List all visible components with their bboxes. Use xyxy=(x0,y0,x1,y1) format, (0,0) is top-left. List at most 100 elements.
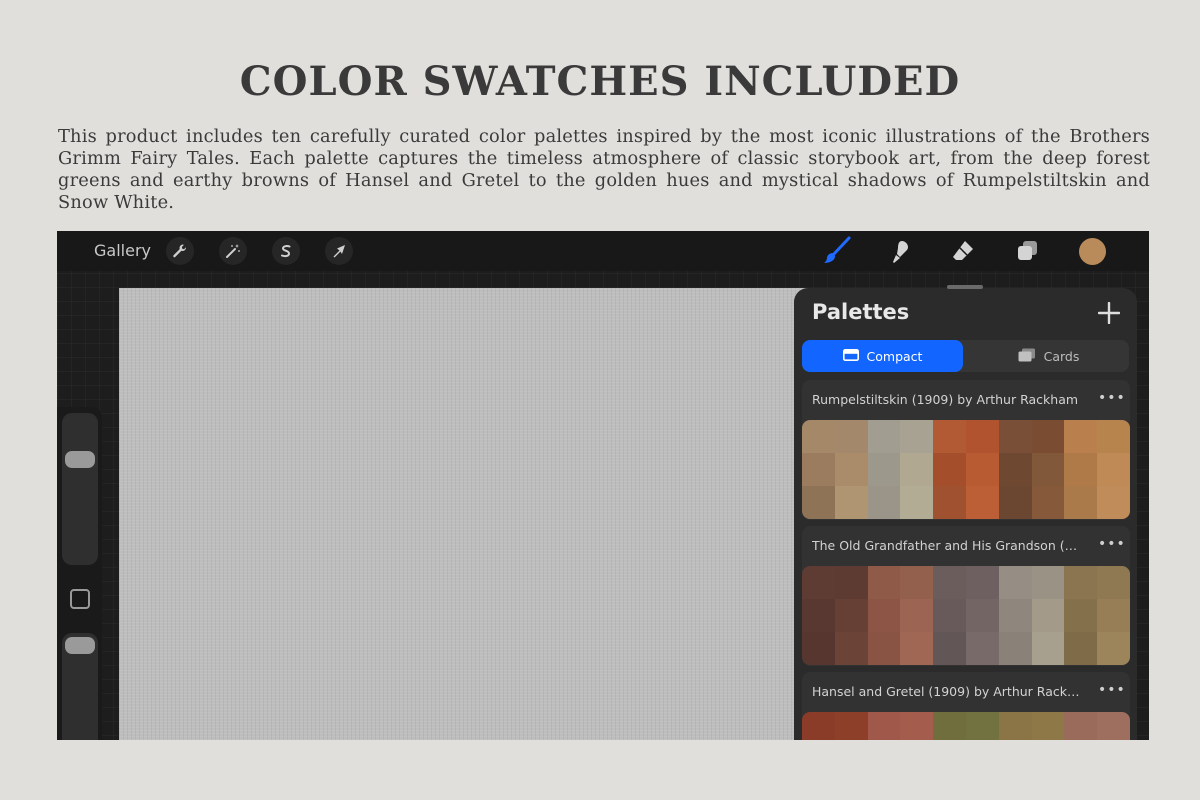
brush-icon[interactable] xyxy=(821,235,853,267)
color-swatch[interactable] xyxy=(933,632,966,665)
eraser-icon[interactable] xyxy=(947,235,979,267)
color-swatch[interactable] xyxy=(900,453,934,486)
color-swatch[interactable] xyxy=(1031,566,1065,599)
color-swatch[interactable] xyxy=(1097,566,1130,599)
panel-grabber[interactable] xyxy=(947,285,983,289)
color-swatch[interactable] xyxy=(834,632,868,665)
color-swatch[interactable] xyxy=(834,486,868,519)
color-swatch[interactable] xyxy=(1064,599,1098,632)
color-swatch[interactable] xyxy=(1064,453,1098,486)
color-swatch[interactable] xyxy=(1064,486,1098,519)
current-color-swatch[interactable] xyxy=(1079,238,1106,265)
cards-label: Cards xyxy=(1043,348,1080,364)
color-swatch[interactable] xyxy=(933,712,966,740)
palette-card[interactable]: The Old Grandfather and His Grandson (19… xyxy=(802,526,1130,666)
color-swatch[interactable] xyxy=(834,453,868,486)
wrench-icon[interactable] xyxy=(166,237,194,265)
color-swatch[interactable] xyxy=(867,712,901,740)
color-swatch[interactable] xyxy=(965,453,999,486)
color-swatch[interactable] xyxy=(1097,486,1130,519)
magic-wand-icon[interactable] xyxy=(219,237,247,265)
color-swatch[interactable] xyxy=(1097,599,1130,632)
color-swatch[interactable] xyxy=(867,486,901,519)
color-swatch[interactable] xyxy=(965,420,999,453)
color-swatch[interactable] xyxy=(933,566,966,599)
color-swatch[interactable] xyxy=(998,566,1032,599)
color-swatch[interactable] xyxy=(1031,599,1065,632)
color-swatch[interactable] xyxy=(1064,566,1098,599)
brush-size-slider[interactable] xyxy=(62,413,98,565)
color-swatch[interactable] xyxy=(998,486,1032,519)
add-palette-plus-icon[interactable] xyxy=(1094,298,1124,328)
more-options-icon[interactable]: ••• xyxy=(1098,390,1126,406)
color-swatch[interactable] xyxy=(933,599,966,632)
color-swatch[interactable] xyxy=(933,486,966,519)
color-swatch[interactable] xyxy=(1097,453,1130,486)
transform-arrow-icon[interactable] xyxy=(325,237,353,265)
opacity-slider[interactable] xyxy=(62,633,98,740)
color-swatch[interactable] xyxy=(1064,420,1098,453)
color-swatch[interactable] xyxy=(998,453,1032,486)
color-swatch[interactable] xyxy=(1064,632,1098,665)
color-swatch[interactable] xyxy=(998,632,1032,665)
color-swatch[interactable] xyxy=(867,632,901,665)
color-swatch[interactable] xyxy=(900,632,934,665)
palette-name: The Old Grandfather and His Grandson (19… xyxy=(812,538,1082,553)
color-swatch[interactable] xyxy=(802,420,835,453)
color-swatch[interactable] xyxy=(802,453,835,486)
color-swatch[interactable] xyxy=(933,420,966,453)
color-swatch[interactable] xyxy=(965,632,999,665)
color-swatch[interactable] xyxy=(802,632,835,665)
compact-tab[interactable]: Compact xyxy=(802,340,963,372)
color-swatch[interactable] xyxy=(1031,453,1065,486)
color-swatch[interactable] xyxy=(802,486,835,519)
modify-square-icon[interactable] xyxy=(70,589,90,609)
color-swatch[interactable] xyxy=(1031,632,1065,665)
color-swatch[interactable] xyxy=(1031,712,1065,740)
color-swatch[interactable] xyxy=(867,453,901,486)
brush-size-handle[interactable] xyxy=(65,451,95,468)
color-swatch[interactable] xyxy=(1097,712,1130,740)
color-swatch[interactable] xyxy=(900,712,934,740)
palette-card[interactable]: Rumpelstiltskin (1909) by Arthur Rackham… xyxy=(802,380,1130,520)
color-swatch[interactable] xyxy=(965,486,999,519)
color-swatch[interactable] xyxy=(834,599,868,632)
color-swatch[interactable] xyxy=(998,599,1032,632)
color-swatch[interactable] xyxy=(867,566,901,599)
color-swatch[interactable] xyxy=(965,712,999,740)
palette-card[interactable]: Hansel and Gretel (1909) by Arthur Rackh… xyxy=(802,672,1130,740)
smudge-icon[interactable] xyxy=(884,235,916,267)
color-swatch[interactable] xyxy=(802,599,835,632)
color-swatch[interactable] xyxy=(1064,712,1098,740)
color-swatch[interactable] xyxy=(933,453,966,486)
more-options-icon[interactable]: ••• xyxy=(1098,682,1126,698)
color-swatch[interactable] xyxy=(802,712,835,740)
color-swatch[interactable] xyxy=(834,712,868,740)
color-swatch[interactable] xyxy=(900,420,934,453)
color-swatch[interactable] xyxy=(900,486,934,519)
color-swatch[interactable] xyxy=(834,420,868,453)
color-swatch[interactable] xyxy=(1031,486,1065,519)
color-swatch[interactable] xyxy=(867,599,901,632)
paper-canvas[interactable] xyxy=(119,288,819,740)
color-swatch[interactable] xyxy=(998,420,1032,453)
more-options-icon[interactable]: ••• xyxy=(1098,536,1126,552)
opacity-handle[interactable] xyxy=(65,637,95,654)
color-swatch[interactable] xyxy=(900,566,934,599)
gallery-button[interactable]: Gallery xyxy=(94,241,151,260)
color-swatch[interactable] xyxy=(1097,420,1130,453)
compact-label: Compact xyxy=(866,348,923,364)
cards-tab[interactable]: Cards xyxy=(968,340,1129,372)
color-swatch[interactable] xyxy=(965,566,999,599)
color-swatch[interactable] xyxy=(1097,632,1130,665)
view-mode-segmented-control: Compact Cards xyxy=(802,340,1129,372)
color-swatch[interactable] xyxy=(998,712,1032,740)
layers-icon[interactable] xyxy=(1012,235,1044,267)
color-swatch[interactable] xyxy=(900,599,934,632)
color-swatch[interactable] xyxy=(834,566,868,599)
color-swatch[interactable] xyxy=(802,566,835,599)
color-swatch[interactable] xyxy=(965,599,999,632)
color-swatch[interactable] xyxy=(867,420,901,453)
color-swatch[interactable] xyxy=(1031,420,1065,453)
selection-icon[interactable] xyxy=(272,237,300,265)
